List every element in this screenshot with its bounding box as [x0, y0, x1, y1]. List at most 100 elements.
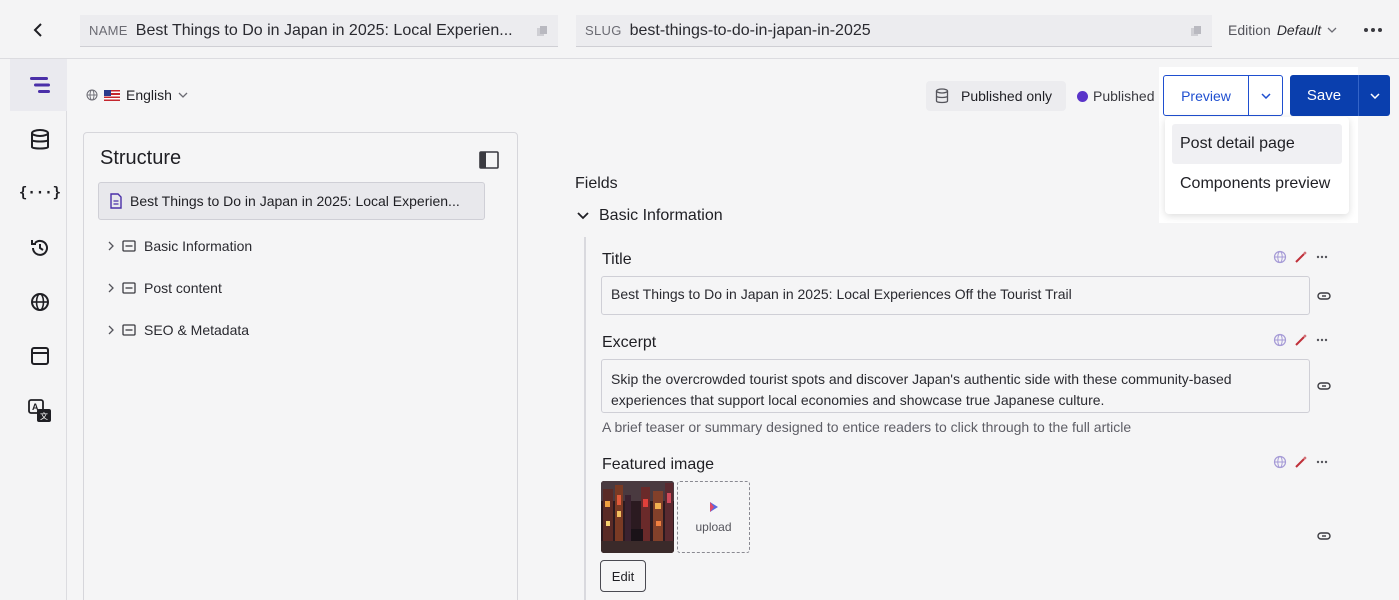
slug-tag: SLUG [585, 23, 622, 38]
edition-selector[interactable]: Edition Default [1228, 22, 1337, 38]
translate-icon: A文 [28, 399, 51, 422]
copy-icon[interactable] [1190, 25, 1202, 37]
structure-title: Structure [100, 147, 182, 169]
group-icon [122, 282, 136, 294]
database-icon [31, 129, 49, 150]
tree-item-label: Post content [144, 280, 222, 296]
history-icon [31, 239, 48, 256]
chevron-right-icon [108, 283, 114, 293]
name-field[interactable]: NAME Best Things to Do in Japan in 2025:… [80, 15, 558, 47]
image-tools [1273, 455, 1329, 469]
language-label: English [126, 87, 172, 103]
structure-panel: Structure Best Things to Do in Japan in … [83, 132, 518, 600]
upload-logo-icon [709, 502, 718, 512]
slug-field[interactable]: SLUG best-things-to-do-in-japan-in-2025 [576, 15, 1212, 47]
tree-item-post-content[interactable]: Post content [108, 277, 222, 299]
edit-image-button[interactable]: Edit [600, 560, 646, 592]
published-only-label: Published only [961, 88, 1053, 104]
slug-value: best-things-to-do-in-japan-in-2025 [629, 21, 871, 39]
tree-item-label: SEO & Metadata [144, 322, 250, 338]
published-only-toggle[interactable]: Published only [926, 81, 1066, 111]
rail-translate[interactable]: A文 [26, 397, 54, 425]
panel-toggle-icon[interactable] [479, 151, 499, 169]
structure-root-node[interactable]: Best Things to Do in Japan in 2025: Loca… [98, 182, 485, 220]
tree-item-label: Basic Information [144, 238, 253, 254]
fields-heading: Fields [575, 175, 618, 192]
preview-button[interactable]: Preview [1163, 75, 1249, 116]
globe-icon[interactable] [1273, 333, 1287, 347]
edition-value: Default [1276, 22, 1322, 38]
structure-icon [30, 77, 50, 93]
menu-item-post-detail[interactable]: Post detail page [1172, 124, 1342, 164]
language-selector[interactable]: English [86, 87, 188, 103]
group-icon [122, 240, 136, 252]
excerpt-tools [1273, 333, 1329, 347]
excerpt-help-text: A brief teaser or summary designed to en… [602, 419, 1132, 435]
rail-locales[interactable] [26, 288, 54, 316]
section-label: Basic Information [599, 207, 723, 224]
rail-code[interactable]: {···} [19, 179, 61, 207]
more-options-icon[interactable] [1315, 455, 1329, 469]
featured-image-thumbnail[interactable] [601, 481, 674, 553]
excerpt-label: Excerpt [602, 334, 657, 351]
rail-database[interactable] [26, 126, 54, 154]
globe-icon [86, 89, 98, 101]
title-tools [1273, 250, 1329, 264]
chevron-left-icon [33, 23, 42, 37]
left-rail: {···} A文 [0, 59, 67, 600]
chevron-down-icon [1327, 27, 1337, 33]
preview-dropdown-toggle[interactable] [1248, 75, 1283, 116]
database-icon [935, 88, 949, 104]
save-dropdown-toggle[interactable] [1358, 75, 1390, 116]
rail-history[interactable] [26, 234, 54, 262]
more-options-icon[interactable] [1315, 333, 1329, 347]
chevron-right-icon [108, 325, 114, 335]
tree-item-basic-information[interactable]: Basic Information [108, 235, 252, 257]
top-bar: NAME Best Things to Do in Japan in 2025:… [0, 0, 1399, 59]
magic-wand-icon[interactable] [1294, 455, 1308, 469]
title-input[interactable]: Best Things to Do in Japan in 2025: Loca… [601, 276, 1310, 315]
globe-icon[interactable] [1273, 250, 1287, 264]
chevron-down-icon [1260, 92, 1271, 99]
name-value: Best Things to Do in Japan in 2025: Loca… [135, 21, 513, 39]
upload-label: upload [695, 520, 732, 534]
link-icon[interactable] [1317, 531, 1331, 541]
group-icon [122, 324, 136, 336]
copy-icon[interactable] [536, 25, 548, 37]
link-icon[interactable] [1317, 291, 1331, 301]
chevron-down-icon [1369, 92, 1380, 99]
more-options-icon[interactable] [1315, 250, 1329, 264]
preview-menu: Post detail page Components preview [1165, 117, 1349, 214]
magic-wand-icon[interactable] [1294, 333, 1308, 347]
rail-layout[interactable] [26, 342, 54, 370]
title-label: Title [602, 251, 632, 268]
save-button[interactable]: Save [1290, 75, 1358, 116]
section-basic-information[interactable]: Basic Information [577, 207, 723, 225]
magic-wand-icon[interactable] [1294, 250, 1308, 264]
status-dot [1077, 90, 1088, 102]
document-icon [110, 193, 122, 209]
chevron-right-icon [108, 241, 114, 251]
section-divider [584, 237, 586, 600]
link-icon[interactable] [1317, 381, 1331, 391]
tree-item-seo-metadata[interactable]: SEO & Metadata [108, 319, 249, 341]
menu-item-components-preview[interactable]: Components preview [1172, 164, 1342, 204]
more-options-icon[interactable] [1362, 20, 1384, 40]
city-night-image [601, 481, 674, 553]
globe-icon[interactable] [1273, 455, 1287, 469]
chevron-down-icon [178, 92, 188, 98]
name-tag: NAME [89, 23, 128, 38]
svg-text:文: 文 [40, 411, 48, 421]
rail-structure[interactable] [26, 71, 54, 99]
window-icon [31, 347, 49, 365]
us-flag-icon [104, 89, 120, 101]
edition-label: Edition [1228, 22, 1271, 38]
back-button[interactable] [22, 14, 54, 46]
globe-icon [31, 293, 49, 311]
chevron-down-icon [577, 212, 589, 220]
status-badge: Published [1077, 88, 1155, 104]
status-label: Published [1093, 88, 1155, 104]
code-braces-icon: {···} [18, 185, 62, 201]
upload-button[interactable]: upload [677, 481, 750, 553]
excerpt-textarea[interactable]: Skip the overcrowded tourist spots and d… [601, 359, 1310, 413]
